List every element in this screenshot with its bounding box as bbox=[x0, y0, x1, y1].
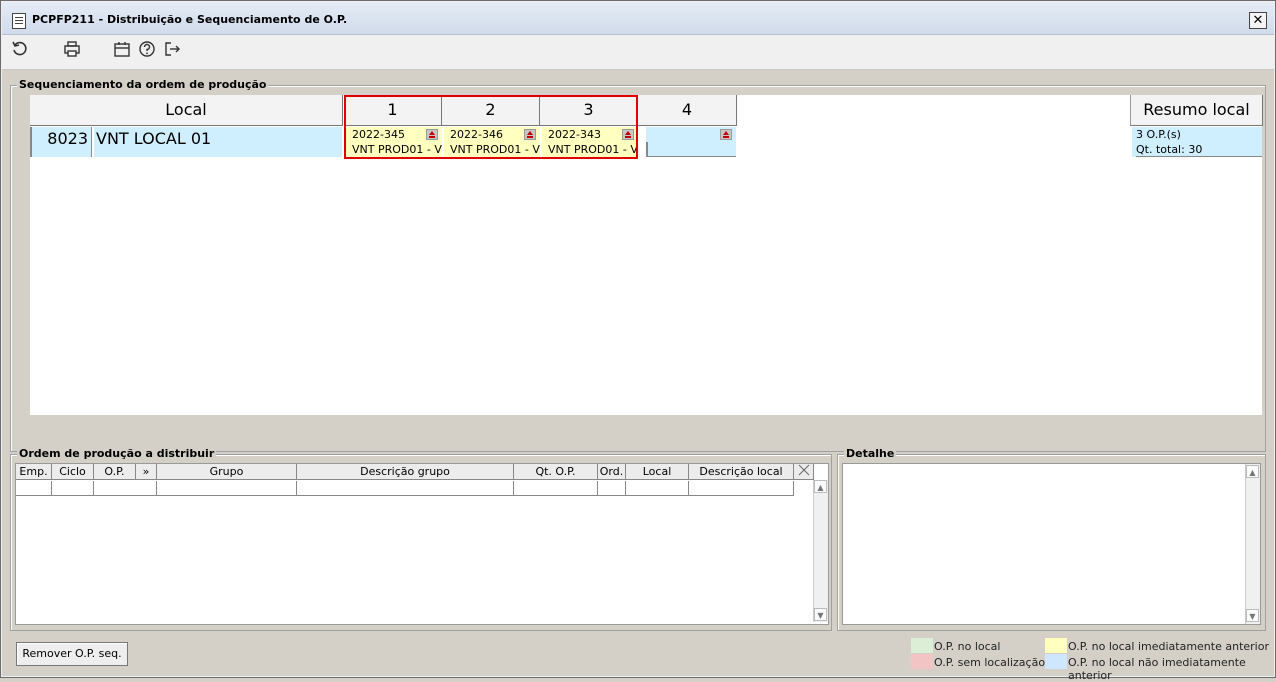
legend-label-no-local: O.P. no local bbox=[934, 640, 1001, 653]
header-emp[interactable]: Emp. bbox=[16, 464, 52, 480]
header-descricao-local[interactable]: Descrição local bbox=[689, 464, 794, 480]
header-local[interactable]: Local bbox=[626, 464, 689, 480]
remove-op-seq-button[interactable]: Remover O.P. seq. bbox=[16, 642, 128, 666]
legend-label-nao-imediatamente-anterior: O.P. no local não imediatamente anterior bbox=[1068, 656, 1246, 682]
local-number: 8023 bbox=[30, 127, 92, 157]
summary-op-count: 3 O.P.(s) bbox=[1136, 128, 1181, 141]
grid-cell[interactable] bbox=[52, 481, 94, 496]
detail-textarea[interactable]: ▲ ▼ bbox=[842, 463, 1261, 625]
grid-cell[interactable] bbox=[94, 481, 157, 496]
column-header-local: Local bbox=[30, 95, 343, 126]
window-title: PCPFP211 - Distribuição e Sequenciamento… bbox=[32, 13, 348, 26]
grid-cell[interactable] bbox=[157, 481, 297, 496]
selection-highlight bbox=[344, 95, 638, 159]
grid-cell[interactable] bbox=[689, 481, 794, 496]
header-grupo[interactable]: Grupo bbox=[157, 464, 297, 480]
scroll-up-icon[interactable]: ▲ bbox=[1246, 465, 1259, 478]
calendar-icon[interactable] bbox=[112, 40, 132, 60]
title-bar: PCPFP211 - Distribuição e Sequenciamento… bbox=[2, 2, 1274, 35]
sequence-grid: Local 1 2 3 4 Resumo local 8023 VNT LOCA… bbox=[30, 95, 1263, 415]
sequence-legend: Sequenciamento da ordem de produção bbox=[17, 78, 269, 91]
clear-grid-icon[interactable] bbox=[794, 464, 814, 480]
detail-group: Detalhe ▲ ▼ bbox=[837, 447, 1266, 631]
refresh-icon[interactable] bbox=[10, 40, 30, 60]
summary-total: Qt. total: 30 bbox=[1136, 143, 1262, 157]
scroll-up-icon[interactable]: ▲ bbox=[814, 480, 827, 493]
content-area: Sequenciamento da ordem de produção Loca… bbox=[2, 70, 1274, 682]
close-button[interactable]: ✕ bbox=[1249, 12, 1267, 29]
legend-swatch-yellow bbox=[1045, 638, 1067, 653]
header-op[interactable]: O.P. bbox=[94, 464, 136, 480]
detail-legend: Detalhe bbox=[844, 447, 897, 460]
document-icon bbox=[12, 13, 26, 29]
legend-swatch-green bbox=[911, 638, 933, 653]
grid-cell[interactable] bbox=[626, 481, 689, 496]
scroll-down-icon[interactable]: ▼ bbox=[1246, 609, 1259, 622]
distribute-legend: Ordem de produção a distribuir bbox=[17, 447, 217, 460]
header-descricao-grupo[interactable]: Descrição grupo bbox=[297, 464, 514, 480]
distribute-group: Ordem de produção a distribuir Emp. Cicl… bbox=[10, 447, 832, 631]
local-name: VNT LOCAL 01 bbox=[94, 127, 342, 157]
print-icon[interactable] bbox=[62, 40, 82, 60]
header-qt-op[interactable]: Qt. O.P. bbox=[514, 464, 598, 480]
op-cell-empty[interactable] bbox=[646, 127, 736, 157]
grid-cell[interactable] bbox=[16, 481, 52, 496]
distribute-scrollbar[interactable]: ▲ ▼ bbox=[813, 480, 828, 622]
legend-swatch-red bbox=[911, 654, 933, 669]
main-window: PCPFP211 - Distribuição e Sequenciamento… bbox=[0, 0, 1276, 682]
eject-icon[interactable] bbox=[720, 129, 732, 140]
toolbar bbox=[2, 35, 1274, 70]
header-ciclo[interactable]: Ciclo bbox=[52, 464, 94, 480]
column-header-summary: Resumo local bbox=[1130, 95, 1263, 126]
header-more[interactable]: » bbox=[136, 464, 157, 480]
legend-swatch-blue bbox=[1045, 654, 1067, 669]
exit-icon[interactable] bbox=[162, 40, 182, 60]
column-header-4: 4 bbox=[638, 95, 737, 126]
detail-scrollbar[interactable]: ▲ ▼ bbox=[1245, 464, 1260, 624]
distribute-grid: Emp. Ciclo O.P. » Grupo Descrição grupo … bbox=[15, 463, 829, 625]
grid-cell[interactable] bbox=[297, 481, 514, 496]
legend-label-imediatamente-anterior: O.P. no local imediatamente anterior bbox=[1068, 640, 1269, 653]
scroll-down-icon[interactable]: ▼ bbox=[814, 608, 827, 621]
header-ord[interactable]: Ord. bbox=[598, 464, 626, 480]
grid-cell[interactable] bbox=[598, 481, 626, 496]
grid-cell[interactable] bbox=[514, 481, 598, 496]
legend-label-sem-localizacao: O.P. sem localização bbox=[934, 656, 1046, 669]
help-icon[interactable] bbox=[137, 40, 157, 60]
local-summary: 3 O.P.(s) Qt. total: 30 bbox=[1132, 127, 1262, 157]
sequence-group: Sequenciamento da ordem de produção Loca… bbox=[10, 78, 1266, 452]
